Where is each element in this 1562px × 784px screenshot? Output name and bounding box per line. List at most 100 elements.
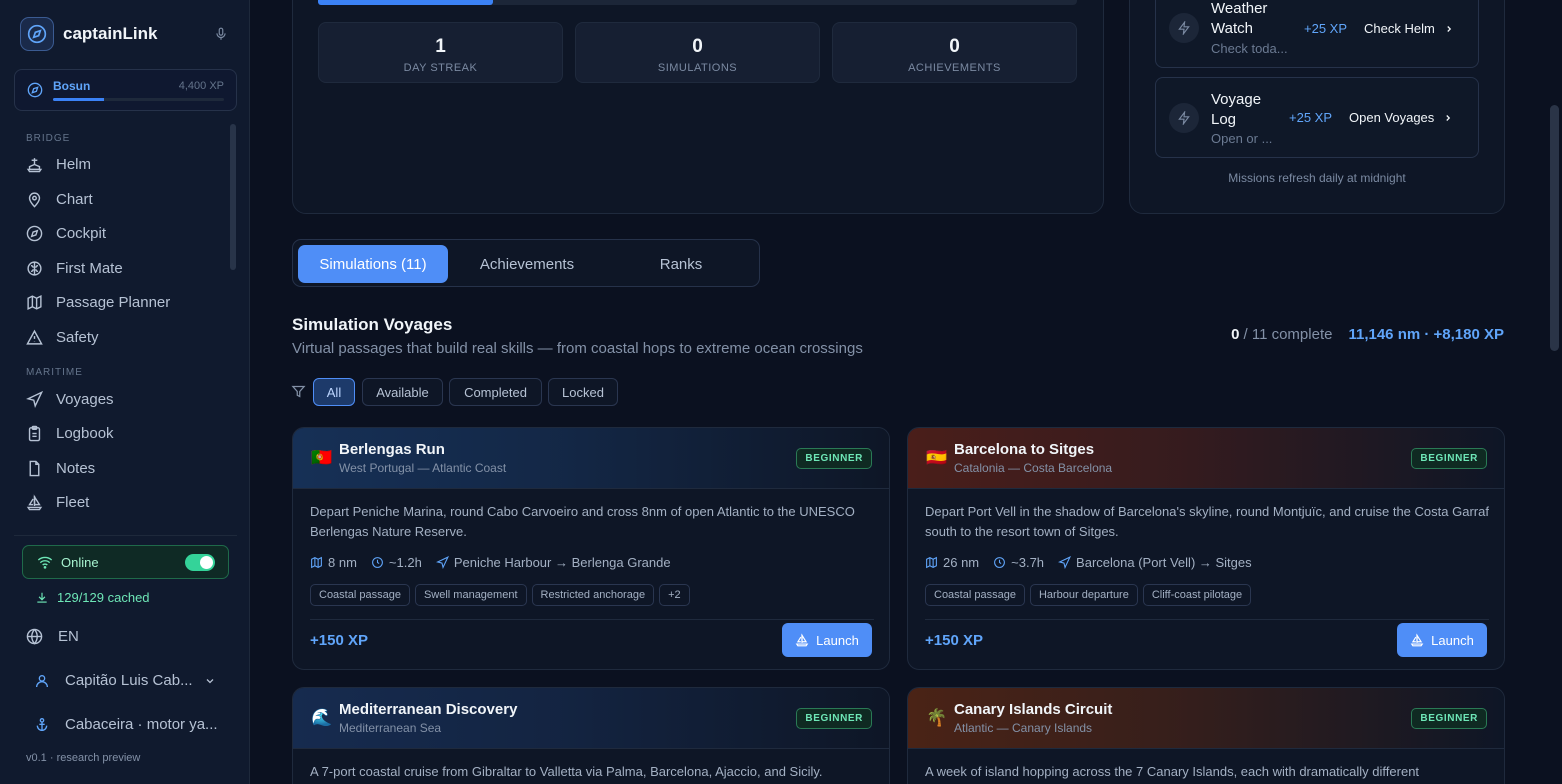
nav-label: Chart (56, 190, 93, 208)
section-title: Simulation Voyages (292, 315, 453, 334)
section-label-maritime: MARITIME (26, 367, 83, 378)
filter-all[interactable]: All (313, 378, 355, 406)
mission-action-button[interactable]: Open Voyages (1349, 110, 1453, 125)
nav-label: Cockpit (56, 224, 107, 242)
mission-weather-watch[interactable]: Weather Watch Check toda... +25 XP Check… (1155, 0, 1479, 68)
tab-achievements[interactable]: Achievements (452, 245, 602, 283)
nav-item-voyages[interactable]: Voyages (26, 386, 226, 412)
voyage-card[interactable]: 🇪🇸 Barcelona to Sitges Catalonia — Costa… (907, 427, 1505, 670)
user-menu[interactable]: Capitão Luis Cab... (34, 672, 224, 689)
tab-ranks[interactable]: Ranks (606, 245, 756, 283)
mission-voyage-log[interactable]: Voyage Log Open or ... +25 XP Open Voyag… (1155, 77, 1479, 158)
mission-action-label: Open Voyages (1349, 110, 1435, 125)
voyage-description: Depart Port Vell in the shadow of Barcel… (925, 504, 1489, 539)
nav-item-passage-planner[interactable]: Passage Planner (26, 289, 226, 315)
rank-progress-fill (53, 98, 105, 101)
voyage-card[interactable]: 🇵🇹 Berlengas Run West Portugal — Atlanti… (292, 427, 890, 670)
level-badge: BEGINNER (1411, 448, 1487, 469)
voyage-card[interactable]: 🌴 Canary Islands Circuit Atlantic — Cana… (907, 687, 1505, 784)
more-tags[interactable]: +2 (659, 584, 690, 606)
sidebar: captainLink Bosun 4,400 XP BRIDGE Helm C… (0, 0, 250, 784)
card-divider (925, 619, 1489, 620)
microphone-icon[interactable] (214, 25, 228, 48)
voyage-title: Canary Islands Circuit (954, 701, 1113, 718)
nav-item-notes[interactable]: Notes (26, 455, 226, 481)
filter-completed[interactable]: Completed (449, 378, 542, 406)
cache-status: 129/129 cached (35, 590, 150, 605)
nav-label: Passage Planner (56, 293, 171, 311)
warning-icon (26, 329, 43, 345)
online-status[interactable]: Online (22, 545, 229, 579)
voyage-region: West Portugal — Atlantic Coast (339, 461, 507, 475)
nav-label: Notes (56, 459, 96, 477)
nav-label: Voyages (56, 390, 114, 408)
filter-available[interactable]: Available (362, 378, 443, 406)
sailboat-icon (1410, 633, 1424, 647)
vessel-selector[interactable]: Cabaceira · motor ya... (34, 716, 218, 733)
page-scrollbar[interactable] (1550, 105, 1559, 351)
user-name: Capitão Luis Cab... (65, 672, 193, 689)
brand-name: captainLink (63, 24, 158, 43)
ship-wheel-icon (26, 157, 43, 172)
skill-tag: Restricted anchorage (531, 584, 655, 606)
cache-label: 129/129 cached (57, 590, 150, 605)
nav-label: Safety (56, 328, 99, 346)
mission-action-button[interactable]: Check Helm (1364, 21, 1454, 36)
nav-item-first-mate[interactable]: First Mate (26, 255, 226, 281)
vessel-name: Cabaceira · motor ya... (65, 716, 218, 733)
tab-simulations[interactable]: Simulations (11) (298, 245, 448, 283)
stat-simulations: 0 SIMULATIONS (575, 22, 820, 83)
voyage-distance: 26 nm (943, 555, 980, 570)
nav-item-helm[interactable]: Helm (26, 151, 226, 177)
language-selector[interactable]: EN (26, 628, 79, 645)
compass-logo-icon (20, 17, 54, 51)
voyage-meta: 8 nm ~1.2h Peniche Harbour → Berlenga Gr… (310, 555, 685, 570)
stat-achievements: 0 ACHIEVEMENTS (832, 22, 1077, 83)
navigation-icon (1058, 556, 1072, 569)
completion-summary: 0 / 11 complete 11,146 nm · +8,180 XP (1231, 326, 1504, 343)
lightning-icon (1169, 13, 1199, 43)
rank-card[interactable]: Bosun 4,400 XP (14, 69, 237, 111)
filter-icon (291, 384, 306, 404)
daily-progress-fill (318, 0, 493, 5)
launch-button[interactable]: Launch (782, 623, 872, 657)
voyage-xp: +150 XP (925, 632, 983, 649)
online-toggle[interactable] (185, 554, 215, 571)
tab-bar: Simulations (11) Achievements Ranks (292, 239, 760, 287)
nav-item-chart[interactable]: Chart (26, 186, 226, 212)
skill-tag: Coastal passage (310, 584, 410, 606)
online-label: Online (61, 554, 99, 570)
voyage-description: Depart Peniche Marina, round Cabo Carvoe… (310, 504, 855, 539)
complete-count: 0 (1231, 326, 1240, 343)
voyage-distance: 8 nm (328, 555, 357, 570)
level-badge: BEGINNER (796, 708, 872, 729)
voyage-region: Mediterranean Sea (339, 721, 442, 735)
filter-locked[interactable]: Locked (548, 378, 618, 406)
user-icon (36, 674, 48, 687)
nav-item-fleet[interactable]: Fleet (26, 489, 226, 515)
sidebar-scrollbar[interactable] (230, 124, 236, 270)
mission-xp: +25 XP (1304, 21, 1348, 36)
nav-item-safety[interactable]: Safety (26, 324, 226, 350)
mission-xp: +25 XP (1289, 110, 1333, 125)
rank-xp: 4,400 XP (178, 80, 224, 92)
voyage-title: Barcelona to Sitges (954, 441, 1095, 458)
complete-of: / 11 complete (1243, 326, 1333, 343)
voyage-duration: ~3.7h (1011, 555, 1045, 570)
stat-day-streak: 1 DAY STREAK (318, 22, 563, 83)
nav-item-cockpit[interactable]: Cockpit (26, 220, 226, 246)
compass-icon (27, 82, 43, 103)
voyage-xp: +150 XP (310, 632, 368, 649)
voyage-card[interactable]: 🌊 Mediterranean Discovery Mediterranean … (292, 687, 890, 784)
voyage-route: Peniche Harbour → Berlenga Grande (453, 555, 671, 570)
clipboard-icon (28, 425, 41, 441)
nav-label: Helm (56, 155, 92, 173)
nav-item-logbook[interactable]: Logbook (26, 420, 226, 446)
stat-label: SIMULATIONS (657, 62, 738, 74)
anchor-icon (36, 717, 48, 731)
mission-subtitle: Check toda... (1211, 41, 1288, 56)
brand[interactable]: captainLink (20, 17, 232, 51)
rank-name: Bosun (53, 79, 91, 93)
launch-button[interactable]: Launch (1397, 623, 1487, 657)
voyage-duration: ~1.2h (388, 555, 422, 570)
